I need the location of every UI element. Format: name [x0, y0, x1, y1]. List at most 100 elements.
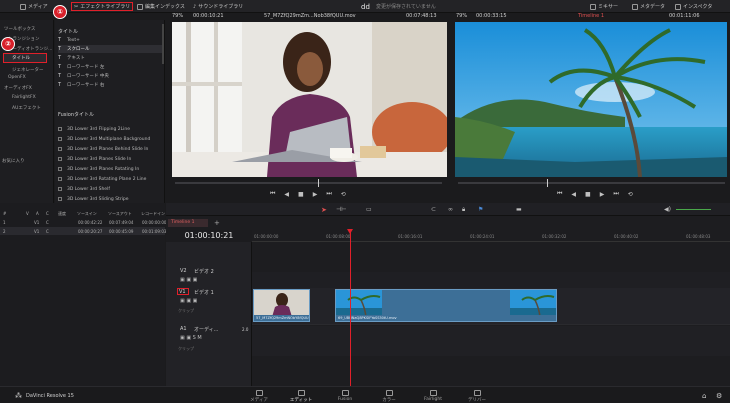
metadata-button[interactable]: メタデータ — [632, 3, 665, 10]
fusion-title-item[interactable]: 3D Lower 3rd Sliding Stripe — [58, 195, 162, 203]
timeline-viewer-zoom[interactable]: 79% — [456, 13, 467, 22]
timeline-viewer-timecode: 00:01:11:06 — [669, 13, 700, 19]
category-titles[interactable]: タイトル — [3, 53, 47, 63]
fusion-title-item[interactable]: 3D Lower 3rd Rotating Plane 2 Line — [58, 175, 162, 183]
zoom-icon[interactable]: ▬ — [516, 206, 522, 213]
timeline-selector[interactable]: Timeline 1 — [578, 13, 604, 22]
category-audio-fx[interactable]: オーディオFX — [4, 85, 32, 91]
v1-track-name[interactable]: ビデオ 1 — [194, 289, 214, 296]
play-icon[interactable]: ▶ — [313, 191, 318, 198]
a1-channel-format: 2.0 — [242, 327, 249, 332]
clip-2-thumb-end — [510, 290, 556, 317]
media-pool-toggle[interactable]: メディア — [20, 3, 48, 10]
save-status: 変更が保存されていません — [376, 4, 436, 10]
volume-slider[interactable] — [676, 209, 711, 210]
title-item-lower-left[interactable]: T ローワーサード 左 — [58, 63, 162, 71]
timeline-playhead-marker[interactable] — [547, 179, 548, 187]
page-fusion[interactable]: Fusion — [330, 390, 360, 402]
title-item-lower-middle[interactable]: T ローワーサード 中央 — [58, 72, 162, 80]
category-generators[interactable]: ジェネレーター — [12, 67, 44, 73]
reverse-icon[interactable]: ◀ — [571, 191, 576, 198]
source-timecode: 00:00:10:21 — [193, 13, 224, 19]
timeline-ruler[interactable]: 01:00:00:00 01:00:08:00 01:00:16:01 01:0… — [252, 230, 730, 242]
category-fairlightfx[interactable]: FairlightFX — [12, 95, 36, 100]
speaker-icon[interactable]: ◀) — [664, 206, 671, 213]
project-name: dd — [361, 3, 370, 11]
fusion-title-item[interactable]: 3D Lower 3rd Planes Rotating In — [58, 165, 162, 173]
mixer-button[interactable]: ミキサー — [590, 3, 618, 10]
blade-tool-icon[interactable]: ▭ — [366, 206, 372, 213]
inspector-button[interactable]: インスペクタ — [675, 3, 712, 10]
playhead-handle[interactable] — [347, 229, 353, 234]
snap-icon[interactable]: ⊂ — [431, 206, 436, 213]
jump-end-icon[interactable]: ⏭ — [326, 190, 331, 198]
page-fairlight[interactable]: Fairlight — [418, 390, 448, 402]
source-clip-name[interactable]: 57_M7ZfQ29mZm...Nob38fQUU.mov — [264, 13, 356, 22]
v2-lock-icon[interactable]: ▣ ▣ ▣ — [180, 277, 197, 283]
jump-start-icon[interactable]: ⏮ — [270, 190, 275, 198]
page-deliver[interactable]: デリバー — [462, 390, 492, 403]
fusion-icon — [58, 127, 62, 131]
source-playhead[interactable] — [318, 179, 319, 187]
text-icon: T — [58, 37, 62, 43]
fusion-title-item[interactable]: 3D Lower 3rd Shelf — [58, 185, 162, 193]
timeline-tab[interactable]: Timeline 1 — [168, 219, 208, 227]
timeline-scrubber[interactable] — [458, 182, 725, 184]
category-toolbox[interactable]: ツールボックス — [4, 26, 35, 32]
fusion-icon — [58, 187, 62, 191]
category-openfx[interactable]: OpenFX — [8, 75, 26, 80]
settings-icon[interactable]: ⚙ — [716, 392, 722, 400]
v2-track-label: V2 — [180, 268, 187, 274]
fusion-title-item[interactable]: 3D Lower 3rd Multiplane Background — [58, 135, 162, 143]
source-zoom[interactable]: 79% — [172, 13, 183, 22]
selection-tool-icon[interactable]: ➤ — [321, 206, 327, 214]
add-timeline-icon[interactable]: + — [214, 219, 220, 227]
page-media[interactable]: メディア — [244, 390, 274, 403]
timeline-playhead[interactable] — [350, 230, 351, 386]
title-item-lower-right[interactable]: T ローワーサード 右 — [58, 81, 162, 89]
link-icon[interactable]: ∞ — [448, 206, 453, 213]
fusion-title-item[interactable]: 3D Lower 3rd Planes Behind Slide In — [58, 145, 162, 153]
jump-end-icon[interactable]: ⏭ — [613, 190, 618, 198]
loop-icon[interactable]: ⟲ — [341, 191, 346, 198]
timeline-clip-1[interactable]: 57_M7ZfQ29mZmNObY8fQUU.mov — [253, 289, 310, 322]
page-color[interactable]: カラー — [374, 390, 404, 403]
v2-track-name[interactable]: ビデオ 2 — [194, 268, 214, 275]
trim-tool-icon[interactable]: ⊣⊢ — [336, 206, 346, 213]
a1-controls-icon[interactable]: ▣ ▣ S M — [180, 335, 202, 341]
source-scrubber[interactable] — [175, 182, 442, 184]
v1-track-label: V1 — [179, 289, 186, 295]
flag-icon[interactable]: ⚑ — [478, 206, 483, 213]
lock-icon[interactable]: 🔒︎ — [462, 206, 465, 214]
table-row[interactable]: 1 V1 C 00:00:42:22 00:07:49:04 00:00:00:… — [0, 218, 166, 226]
fusion-title-item[interactable]: 3D Lower 3rd Planes Slide In — [58, 155, 162, 163]
timeline-viewer-frame[interactable] — [455, 22, 727, 177]
jump-start-icon[interactable]: ⏮ — [557, 190, 562, 198]
effects-scrollbar[interactable] — [162, 24, 164, 64]
stop-icon[interactable]: ■ — [585, 191, 591, 198]
table-row[interactable]: 2 V1 C 00:00:20:27 00:00:45:09 00:01:09:… — [0, 227, 166, 235]
timeline-clip-2[interactable]: 69_UBHNaQ8PKSIFYaSS50tU.mov — [335, 289, 557, 322]
fusion-title-item[interactable]: 3D Lower 3rd Flipping 2Line — [58, 125, 162, 133]
inspector-icon — [675, 3, 681, 10]
a1-lane[interactable] — [252, 326, 730, 356]
source-viewer-frame[interactable] — [172, 22, 447, 177]
loop-icon[interactable]: ⟲ — [628, 191, 633, 198]
title-item-scroll[interactable]: T スクロール — [58, 45, 162, 53]
sound-library-button[interactable]: ♪ サウンドライブラリ — [193, 3, 243, 11]
reverse-icon[interactable]: ◀ — [284, 191, 289, 198]
stop-icon[interactable]: ■ — [298, 191, 304, 198]
title-item-textplus[interactable]: T Text+ — [58, 36, 162, 44]
home-icon[interactable]: ⌂ — [702, 392, 706, 400]
media-pool-icon — [20, 3, 26, 10]
edit-index-button[interactable]: 編集インデックス — [137, 3, 185, 10]
title-item-text[interactable]: T テキスト — [58, 54, 162, 62]
media-page-icon — [255, 390, 263, 396]
category-au-effects[interactable]: AUエフェクト — [12, 105, 41, 111]
page-edit[interactable]: エディット — [286, 390, 316, 403]
effects-library-button[interactable]: ✂ エフェクトライブラリ — [71, 2, 134, 11]
category-audio-transitions[interactable]: オーディオトランジ... — [8, 46, 52, 52]
play-icon[interactable]: ▶ — [600, 191, 605, 198]
v1-lock-icon[interactable]: ▣ ▣ ▣ — [180, 298, 197, 304]
a1-track-name[interactable]: オーディ... — [194, 326, 218, 333]
